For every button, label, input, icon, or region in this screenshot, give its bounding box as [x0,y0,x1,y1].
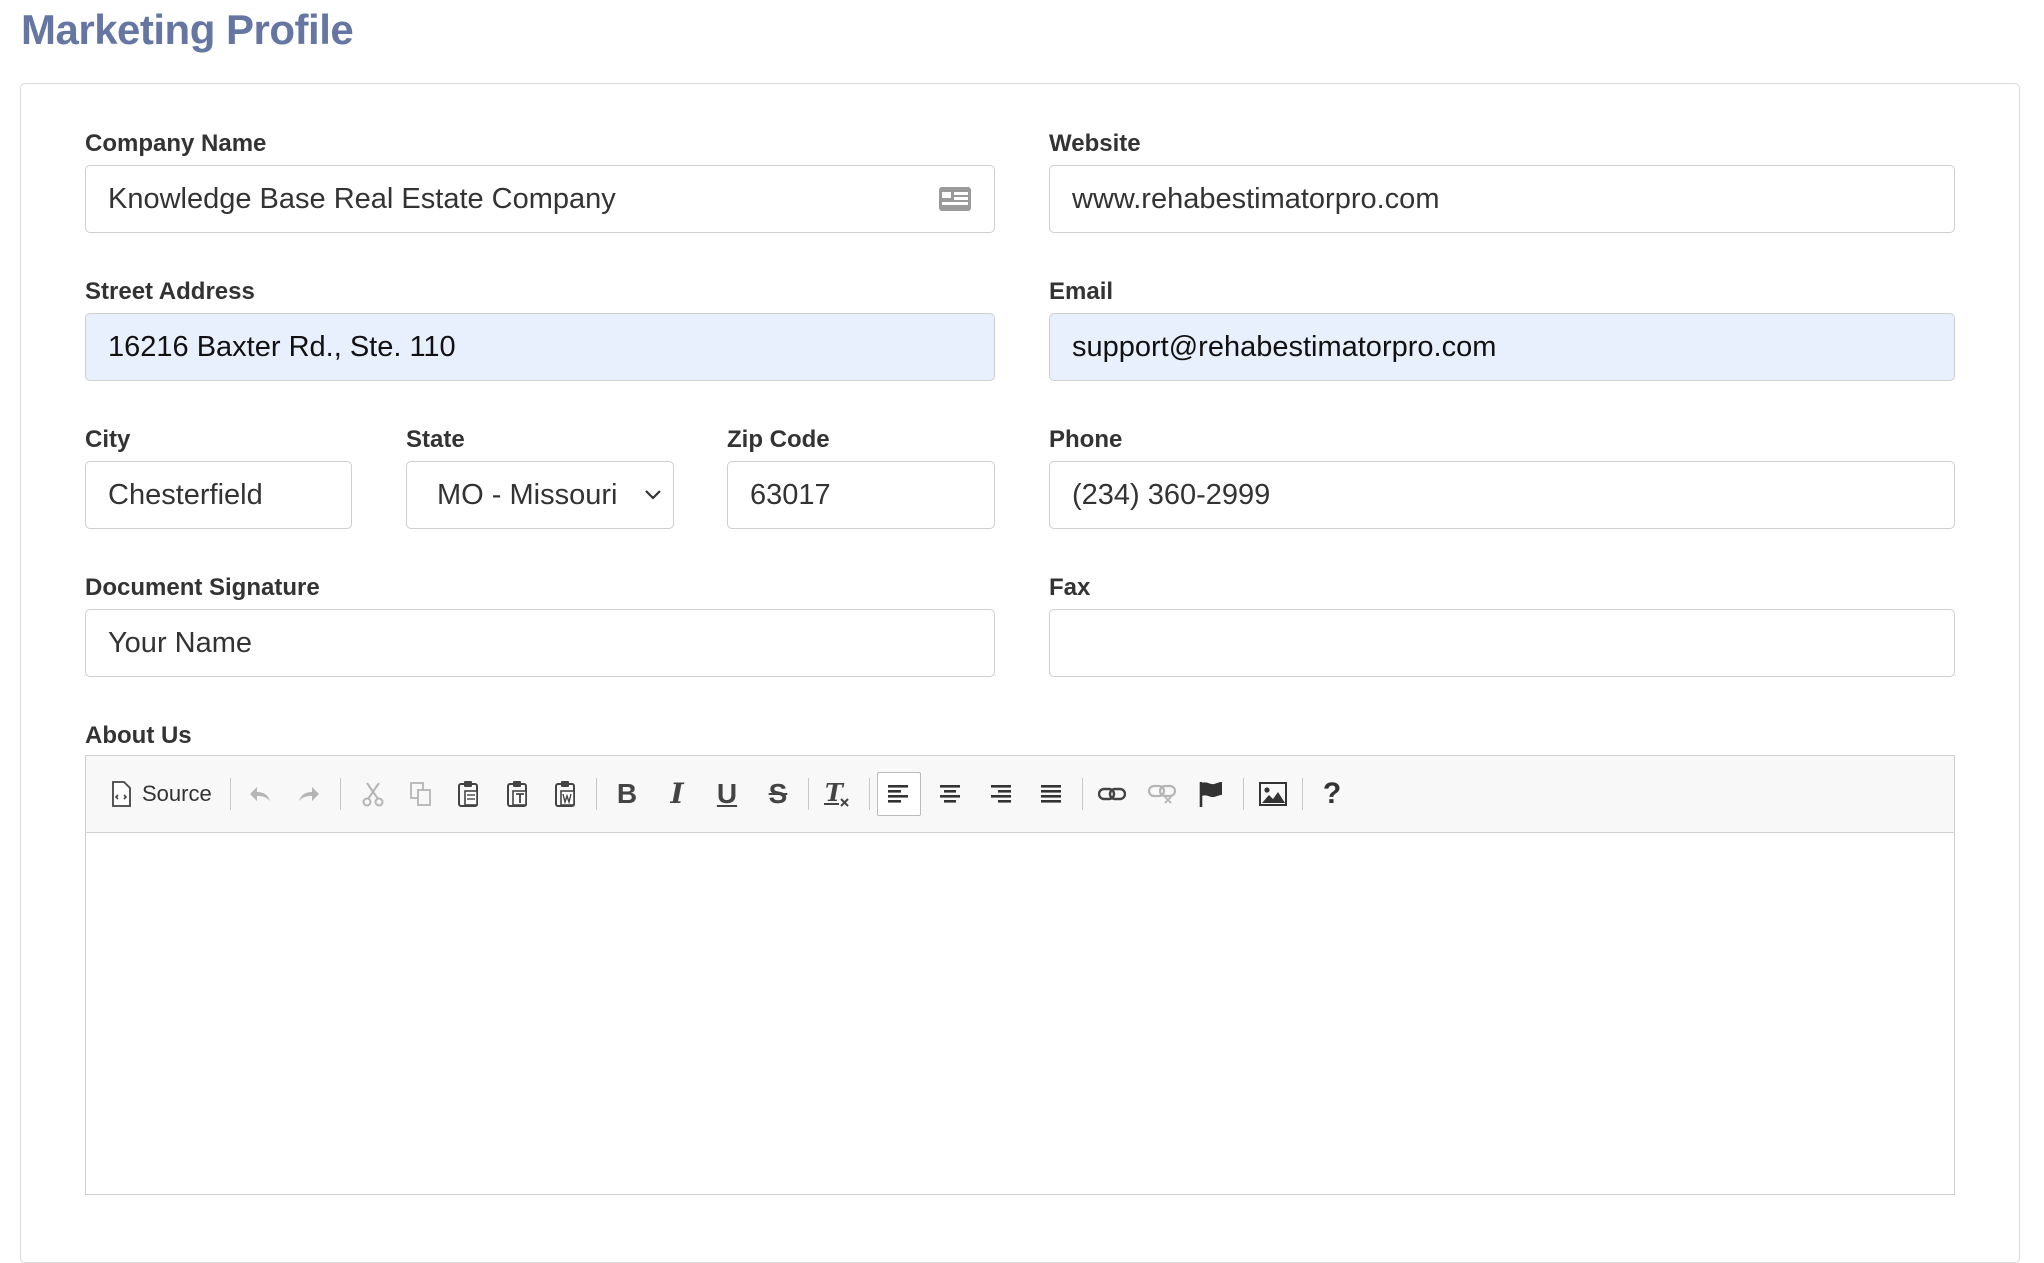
email-field[interactable]: support@rehabestimatorpro.com [1049,313,1955,381]
align-right-icon [991,785,1011,803]
company-name-label: Company Name [85,130,267,157]
redo-button[interactable] [287,772,331,816]
phone-label: Phone [1049,426,1123,453]
street-address-label: Street Address [85,278,255,305]
align-center-icon [940,785,960,803]
toolbar-separator [1302,778,1303,810]
paste-text-icon [507,781,527,807]
document-signature-value: Your Name [108,626,253,659]
paste-button[interactable] [447,772,491,816]
remove-format-button[interactable]: T [816,772,860,816]
website-field[interactable]: www.rehabestimatorpro.com [1049,165,1955,233]
about-us-content-area[interactable] [86,833,1954,1194]
align-left-icon [888,785,908,803]
toolbar-separator [808,778,809,810]
contact-card-icon[interactable] [938,186,972,212]
phone-field[interactable]: (234) 360-2999 [1049,461,1955,529]
cut-icon [362,782,384,807]
city-value: Chesterfield [108,478,263,511]
copy-button[interactable] [399,772,443,816]
help-button[interactable]: ? [1310,772,1354,816]
chevron-down-icon [643,488,663,502]
cut-button[interactable] [351,772,395,816]
document-signature-label: Document Signature [85,574,320,601]
bold-icon: B [616,778,638,809]
state-label: State [406,426,465,453]
phone-value: (234) 360-2999 [1072,478,1271,511]
state-value: MO - Missouri [437,478,618,511]
toolbar-separator [1243,778,1244,810]
company-name-value: Knowledge Base Real Estate Company [108,182,616,215]
align-center-button[interactable] [928,772,972,816]
unlink-button[interactable] [1140,772,1184,816]
underline-button[interactable]: U [705,772,749,816]
link-icon [1098,787,1126,801]
svg-text:T: T [825,779,845,807]
strikethrough-button[interactable]: S [756,772,800,816]
toolbar-separator [596,778,597,810]
strikethrough-icon: S [768,778,788,809]
paste-word-button[interactable] [544,772,588,816]
redo-icon [299,787,319,801]
source-button[interactable]: Source [110,772,212,816]
link-button[interactable] [1090,772,1134,816]
underline-icon: U [716,778,738,809]
zip-code-label: Zip Code [727,426,830,453]
document-signature-field[interactable]: Your Name [85,609,995,677]
source-icon [112,781,131,807]
paste-word-icon [555,781,575,807]
toolbar-separator [340,778,341,810]
website-label: Website [1049,130,1141,157]
editor-toolbar: Source B I U S T ? [86,756,1954,833]
toolbar-separator [1082,778,1083,810]
fax-label: Fax [1049,574,1091,601]
copy-icon [410,782,431,806]
page-title: Marketing Profile [21,6,354,53]
undo-icon [250,787,270,801]
street-address-field[interactable]: 16216 Baxter Rd., Ste. 110 [85,313,995,381]
toolbar-separator [869,778,870,810]
unlink-icon [1148,784,1176,804]
website-value: www.rehabestimatorpro.com [1072,182,1440,215]
paste-icon [458,781,478,807]
toolbar-separator [230,778,231,810]
image-icon [1259,782,1287,806]
source-label: Source [142,781,212,806]
help-icon: ? [1322,777,1342,810]
align-justify-button[interactable] [1029,772,1073,816]
fax-field[interactable] [1049,609,1955,677]
align-right-button[interactable] [978,772,1022,816]
email-value: support@rehabestimatorpro.com [1072,330,1497,363]
undo-button[interactable] [238,772,282,816]
zip-code-value: 63017 [750,478,831,511]
zip-code-field[interactable]: 63017 [727,461,995,529]
state-select[interactable]: MO - Missouri [406,461,674,529]
paste-text-button[interactable] [496,772,540,816]
city-label: City [85,426,131,453]
about-us-editor: Source B I U S T ? [85,755,1955,1195]
street-address-value: 16216 Baxter Rd., Ste. 110 [108,330,456,363]
city-field[interactable]: Chesterfield [85,461,352,529]
image-button[interactable] [1251,772,1295,816]
email-label: Email [1049,278,1114,305]
align-left-button[interactable] [877,772,921,816]
align-justify-icon [1041,785,1061,803]
italic-button[interactable]: I [655,772,699,816]
italic-icon: I [670,777,684,810]
anchor-flag-icon [1199,782,1222,807]
remove-format-icon: T [824,779,849,807]
bold-button[interactable]: B [605,772,649,816]
about-us-label: About Us [85,722,192,749]
company-name-field[interactable]: Knowledge Base Real Estate Company [85,165,995,233]
anchor-button[interactable] [1189,772,1233,816]
